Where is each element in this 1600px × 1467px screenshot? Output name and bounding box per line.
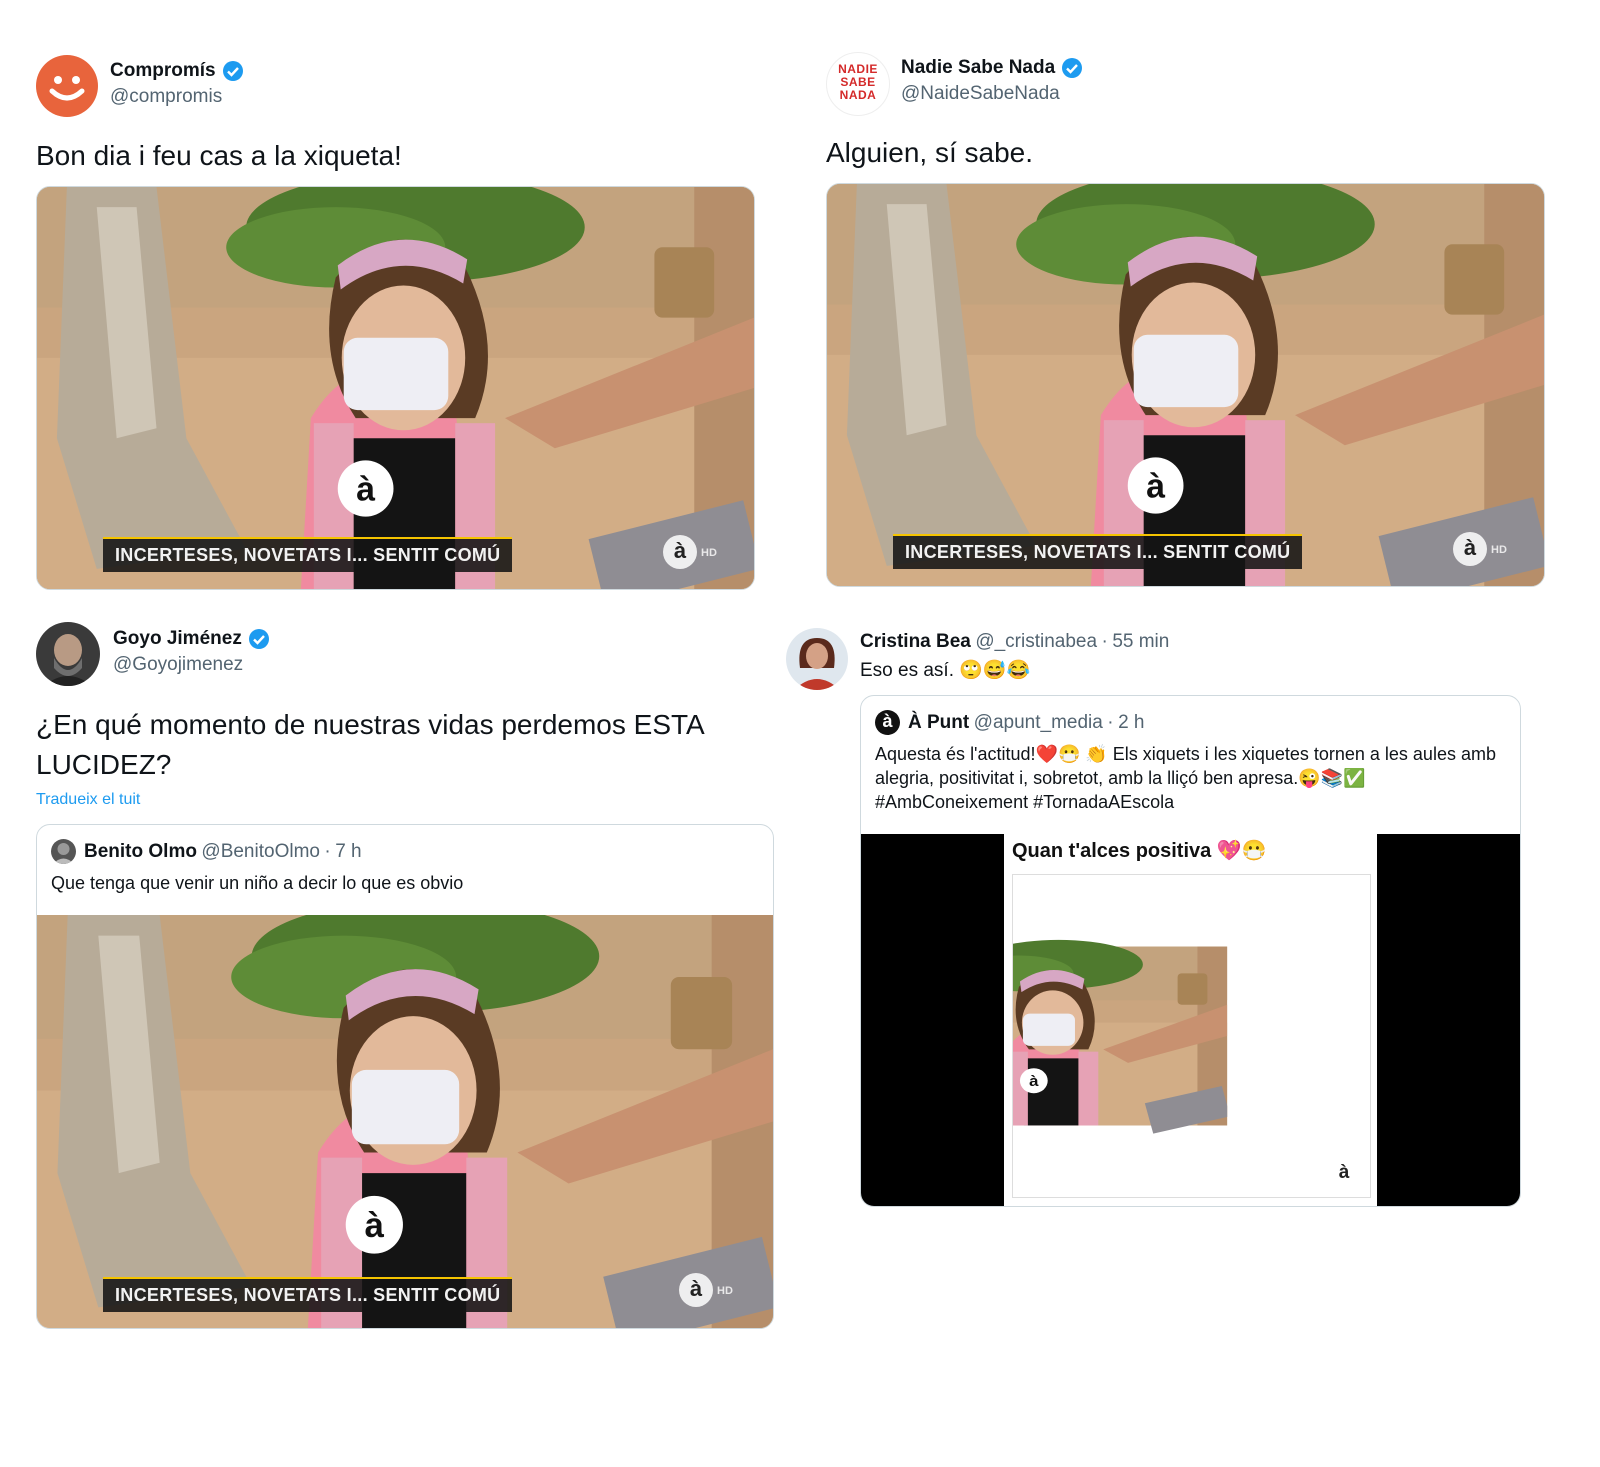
tweet-text: Bon dia i feu cas a la xiqueta! bbox=[36, 140, 402, 171]
quoted-author-handle[interactable]: @apunt_media bbox=[974, 712, 1103, 733]
video-frame bbox=[37, 915, 773, 1328]
tweet-video[interactable]: INCERTESES, NOVETATS I... SENTIT COMÚ à … bbox=[826, 183, 1545, 587]
tweet-text: ¿En qué momento de nuestras vidas perdem… bbox=[36, 709, 704, 780]
apunt-logo-icon: à bbox=[1453, 532, 1487, 566]
apunt-logo-icon: à bbox=[663, 535, 697, 569]
hd-badge: HD bbox=[701, 547, 717, 559]
author-handle[interactable]: @NaideSabeNada bbox=[901, 83, 1060, 105]
apunt-logo-icon: à bbox=[1329, 1159, 1359, 1189]
video-caption: INCERTESES, NOVETATS I... SENTIT COMÚ bbox=[893, 534, 1303, 569]
goyo-avatar[interactable] bbox=[36, 622, 100, 686]
video-caption: INCERTESES, NOVETATS I... SENTIT COMÚ bbox=[103, 1277, 513, 1312]
author-handle[interactable]: @Goyojimenez bbox=[113, 654, 243, 676]
author-name[interactable]: Nadie Sabe Nada bbox=[901, 57, 1055, 79]
quoted-author-handle[interactable]: @BenitoOlmo bbox=[201, 841, 320, 862]
quoted-text: Que tenga que venir un niño a decir lo q… bbox=[51, 873, 464, 893]
goyo-name-row: Goyo Jiménez bbox=[113, 628, 270, 650]
apunt-avatar[interactable]: à bbox=[875, 710, 900, 735]
quoted-video[interactable]: Quan t'alces positiva 💖😷 à bbox=[861, 834, 1520, 1206]
video-frame bbox=[1013, 875, 1370, 1197]
author-name[interactable]: Compromís bbox=[110, 60, 216, 82]
quoted-author-name[interactable]: Benito Olmo bbox=[84, 841, 197, 863]
author-handle[interactable]: @_cristinabea bbox=[975, 631, 1097, 652]
nadie-logo-text: NADIE SABE NADA bbox=[838, 62, 878, 102]
quoted-time[interactable]: 2 h bbox=[1118, 712, 1144, 733]
hd-badge: HD bbox=[717, 1285, 733, 1297]
quoted-time[interactable]: 7 h bbox=[335, 841, 361, 862]
author-handle[interactable]: @compromis bbox=[110, 86, 222, 108]
quoted-text: Aquesta és l'actitud!❤️😷 👏 Els xiquets i… bbox=[875, 744, 1496, 812]
quoted-tweet[interactable]: Benito Olmo @BenitoOlmo · 7 h Que tenga … bbox=[36, 824, 774, 1329]
tweet-text: Alguien, sí sabe. bbox=[826, 137, 1034, 168]
author-name[interactable]: Goyo Jiménez bbox=[113, 628, 242, 650]
video-frame bbox=[827, 184, 1544, 586]
apunt-logo-icon: à bbox=[679, 1273, 713, 1307]
cristina-avatar[interactable] bbox=[786, 628, 848, 690]
quoted-author-name[interactable]: À Punt bbox=[908, 712, 969, 734]
quoted-header: À Punt @apunt_media · 2 h bbox=[908, 712, 1144, 734]
quoted-video[interactable]: INCERTESES, NOVETATS I... SENTIT COMÚ à … bbox=[37, 915, 773, 1328]
verified-badge-icon bbox=[1062, 58, 1083, 78]
verified-badge-icon bbox=[248, 629, 269, 649]
compromis-name-row: Compromís bbox=[110, 60, 244, 82]
media-caption: Quan t'alces positiva 💖😷 bbox=[1012, 840, 1267, 862]
compromis-avatar[interactable] bbox=[36, 55, 98, 117]
translate-link[interactable]: Tradueix el tuit bbox=[36, 791, 140, 809]
dot-separator: · bbox=[1101, 631, 1108, 652]
nadie-avatar[interactable]: NADIE SABE NADA bbox=[826, 52, 890, 116]
hd-badge: HD bbox=[1491, 544, 1507, 556]
video-frame bbox=[37, 187, 754, 589]
quoted-header: Benito Olmo @BenitoOlmo · 7 h bbox=[84, 841, 362, 863]
dot-separator: · bbox=[324, 841, 331, 862]
nadie-name-row: Nadie Sabe Nada bbox=[901, 57, 1083, 79]
quoted-tweet[interactable]: à À Punt @apunt_media · 2 h Aquesta és l… bbox=[860, 695, 1521, 1207]
cristina-header: Cristina Bea @_cristinabea · 55 min bbox=[860, 631, 1169, 653]
video-frame-panel: Quan t'alces positiva 💖😷 à bbox=[1004, 834, 1377, 1206]
inner-video: à bbox=[1012, 874, 1371, 1198]
verified-badge-icon bbox=[222, 61, 243, 81]
benito-avatar[interactable] bbox=[51, 839, 76, 864]
dot-separator: · bbox=[1107, 712, 1114, 733]
tweet-time[interactable]: 55 min bbox=[1112, 631, 1169, 652]
tweet-text: Eso es así. 🙄😅😂 bbox=[860, 660, 1031, 681]
video-caption: INCERTESES, NOVETATS I... SENTIT COMÚ bbox=[103, 537, 513, 572]
author-name[interactable]: Cristina Bea bbox=[860, 631, 971, 653]
tweet-video[interactable]: INCERTESES, NOVETATS I... SENTIT COMÚ à … bbox=[36, 186, 755, 590]
